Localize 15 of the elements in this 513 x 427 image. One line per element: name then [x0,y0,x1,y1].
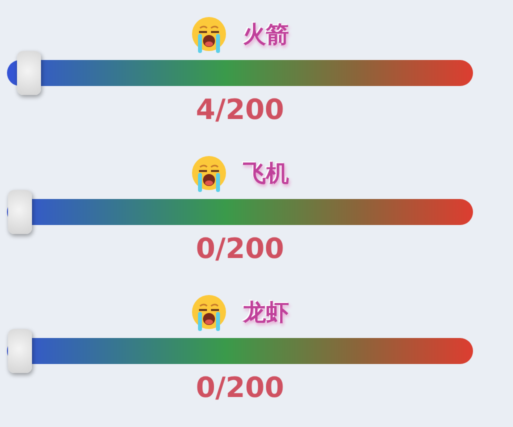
crying-face-icon [191,155,227,193]
crying-face-icon [191,294,227,332]
slider-thumb[interactable] [8,190,32,234]
crying-face-icon [191,16,227,54]
count-reading: 4/200 [196,96,284,124]
slider-track[interactable] [7,51,473,95]
count-reading: 0/200 [196,374,284,402]
slider-track[interactable] [7,329,473,373]
slider-track[interactable] [7,190,473,234]
slider-thumb[interactable] [16,51,41,95]
slider-thumb[interactable] [8,329,32,373]
slider-label: 飞机 [243,162,289,186]
count-reading: 0/200 [196,235,284,263]
slider-label: 火箭 [243,24,289,46]
slider-label: 龙虾 [243,302,289,324]
